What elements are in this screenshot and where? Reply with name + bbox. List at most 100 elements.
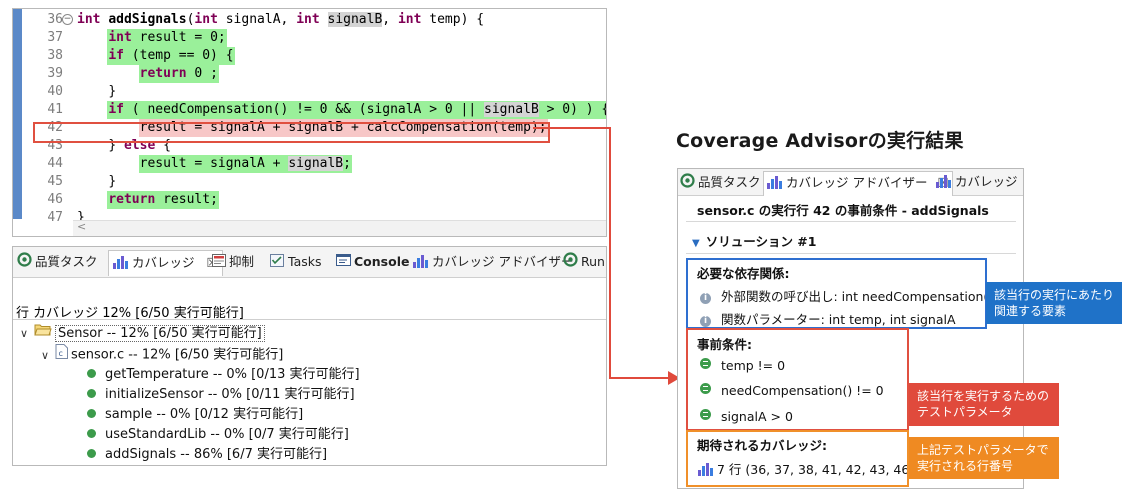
tasks-icon bbox=[270, 253, 285, 273]
code-token: ; bbox=[343, 156, 351, 171]
code-editor[interactable]: 36− int addSignals(int signalA, int signa… bbox=[12, 8, 607, 237]
code-line[interactable]: 46 return result; bbox=[13, 191, 606, 209]
code-line[interactable]: 44 result = signalA + signalB; bbox=[13, 155, 606, 173]
solution-toggle[interactable]: ▼ ソリューション #1 bbox=[692, 231, 816, 250]
code-line[interactable]: 36− int addSignals(int signalA, int signa… bbox=[13, 11, 606, 29]
coverage-tree[interactable]: ∨ Sensor -- 12% [6/50 実行可能行] ∨ c sensor.c -… bbox=[13, 319, 606, 464]
line-number: 45 bbox=[47, 174, 63, 189]
line-number: 47 bbox=[47, 210, 63, 225]
code-text: int addSignals(int signalA, int signalB,… bbox=[76, 11, 485, 29]
line-number: 41 bbox=[47, 102, 63, 117]
advisor-heading: Coverage Advisorの実行結果 bbox=[676, 130, 964, 152]
tree-row-function[interactable]: sample -- 0% [0/12 実行可能行] bbox=[87, 405, 303, 425]
code-token: result = 0; bbox=[131, 30, 226, 45]
code-token: int bbox=[296, 12, 320, 27]
code-token: int bbox=[397, 12, 422, 27]
callout-dependencies: 該当行の実行にあたり 関連する要素 bbox=[986, 282, 1122, 324]
tree-row-sensor-c[interactable]: ∨ c sensor.c -- 12% [6/50 実行可能行] bbox=[41, 344, 283, 364]
suppress-icon bbox=[212, 253, 226, 273]
tree-row-function[interactable]: getTemperature -- 0% [0/13 実行可能行] bbox=[87, 365, 360, 385]
tree-label: getTemperature -- 0% [0/13 実行可能行] bbox=[105, 367, 360, 382]
code-token: signalB bbox=[327, 12, 383, 27]
line-number: 39 bbox=[47, 66, 63, 81]
code-token: } bbox=[108, 174, 117, 189]
line-number: 44 bbox=[47, 156, 63, 171]
code-line[interactable]: 41 if ( needCompensation() != 0 && (signa… bbox=[13, 101, 606, 119]
svg-text:c: c bbox=[59, 349, 63, 358]
function-icon bbox=[87, 429, 96, 438]
function-icon bbox=[87, 389, 96, 398]
tab-quality-tasks[interactable]: 品質タスク bbox=[680, 173, 761, 193]
callout-preconditions: 該当行を実行するための テストパラメータ bbox=[909, 383, 1059, 426]
code-token: ( needCompensation() != 0 && (signalA > … bbox=[123, 102, 484, 117]
c-file-icon: c bbox=[55, 344, 68, 366]
tab-quality-tasks[interactable]: 品質タスク bbox=[17, 252, 98, 272]
quality-task-icon bbox=[17, 252, 32, 273]
tab-label: 品質タスク bbox=[35, 254, 98, 269]
code-token: if bbox=[108, 48, 124, 63]
callout-expected-lines: 上記テストパラメータで 実行される行番号 bbox=[909, 437, 1059, 479]
tab-label: カバレッジ bbox=[132, 255, 195, 270]
expected-coverage-highlight-box bbox=[686, 430, 909, 487]
run-gear-icon bbox=[563, 252, 578, 273]
tab-suppress[interactable]: 抑制 bbox=[212, 252, 254, 272]
coverage-view-panel: 品質タスク カバレッジ ☒ 抑制 Tasks Console カバレッジ アドバ… bbox=[12, 246, 607, 466]
tree-label: useStandardLib -- 0% [0/7 実行可能行] bbox=[105, 427, 349, 442]
tree-row-function[interactable]: addSignals -- 86% [6/7 実行可能行] bbox=[87, 445, 327, 465]
code-line[interactable]: 38 if (temp == 0) { bbox=[13, 47, 606, 65]
code-text: return 0 ; bbox=[138, 65, 219, 83]
function-icon bbox=[87, 369, 96, 378]
code-token: , bbox=[382, 12, 398, 27]
tab-label: カバレッジ アドバイザー bbox=[432, 254, 574, 269]
code-token: int bbox=[77, 12, 101, 27]
code-token: signalB bbox=[288, 156, 344, 171]
fold-toggle-icon[interactable]: − bbox=[62, 14, 73, 25]
code-text: result = signalA + signalB; bbox=[138, 155, 352, 173]
code-text: if ( needCompensation() != 0 && (signalA… bbox=[107, 101, 606, 119]
code-text: } bbox=[107, 173, 117, 191]
code-token: return bbox=[108, 192, 156, 207]
code-token: temp) { bbox=[421, 12, 485, 27]
tree-row-function[interactable]: initializeSensor -- 0% [0/11 実行可能行] bbox=[87, 385, 355, 405]
code-token: result = signalA + bbox=[139, 156, 289, 171]
callout-line: テストパラメータ bbox=[917, 405, 1013, 419]
tab-coverage-advisor[interactable]: カバレッジ アドバイザー bbox=[413, 252, 573, 272]
callout-line: 関連する要素 bbox=[994, 304, 1067, 318]
code-token: if bbox=[108, 102, 124, 117]
code-token: result; bbox=[155, 192, 218, 207]
tab-coverage-advisor[interactable]: カバレッジ アドバイザー ☒ bbox=[763, 171, 953, 196]
tab-label: カバレッジ bbox=[955, 174, 1018, 189]
tab-console[interactable]: Console bbox=[336, 252, 409, 272]
divider bbox=[686, 253, 1016, 254]
code-line[interactable]: 37 int result = 0; bbox=[13, 29, 606, 47]
code-line[interactable]: 45} bbox=[13, 173, 606, 191]
code-line[interactable]: 40} bbox=[13, 83, 606, 101]
tree-row-function[interactable]: useStandardLib -- 0% [0/7 実行可能行] bbox=[87, 425, 349, 445]
connector-line bbox=[609, 377, 671, 379]
tree-label: initializeSensor -- 0% [0/11 実行可能行] bbox=[105, 387, 355, 402]
tab-run[interactable]: Run bbox=[563, 252, 605, 272]
tree-label: sensor.c -- 12% [6/50 実行可能行] bbox=[71, 347, 284, 363]
scroll-left-icon[interactable]: < bbox=[77, 220, 86, 233]
triangle-down-icon[interactable]: ▼ bbox=[692, 238, 700, 249]
tab-tasks[interactable]: Tasks bbox=[270, 252, 322, 272]
tab-coverage[interactable]: カバレッジ ☒ bbox=[108, 250, 223, 276]
preconditions-highlight-box bbox=[686, 328, 909, 431]
coverage-advisor-chart-icon bbox=[767, 176, 782, 189]
callout-line: 実行される行番号 bbox=[917, 459, 1014, 473]
advisor-tab-bar: 品質タスク カバレッジ アドバイザー ☒ カバレッジ bbox=[678, 169, 1023, 196]
line-number: 37 bbox=[47, 30, 63, 45]
code-token: 0 ; bbox=[186, 66, 218, 81]
code-line[interactable]: 39 return 0 ; bbox=[13, 65, 606, 83]
view-tab-bar: 品質タスク カバレッジ ☒ 抑制 Tasks Console カバレッジ アドバ… bbox=[13, 247, 606, 278]
tree-row-sensor[interactable]: ∨ Sensor -- 12% [6/50 実行可能行] bbox=[20, 323, 265, 343]
chevron-down-icon[interactable]: ∨ bbox=[41, 346, 55, 366]
horizontal-scrollbar[interactable]: < bbox=[73, 220, 606, 236]
coverage-advisor-chart-icon bbox=[413, 255, 428, 268]
chevron-down-icon[interactable]: ∨ bbox=[20, 324, 34, 344]
function-icon bbox=[87, 409, 96, 418]
tab-label: Run bbox=[581, 254, 605, 269]
line-number: 38 bbox=[47, 48, 63, 63]
tab-coverage[interactable]: カバレッジ bbox=[936, 173, 1018, 191]
